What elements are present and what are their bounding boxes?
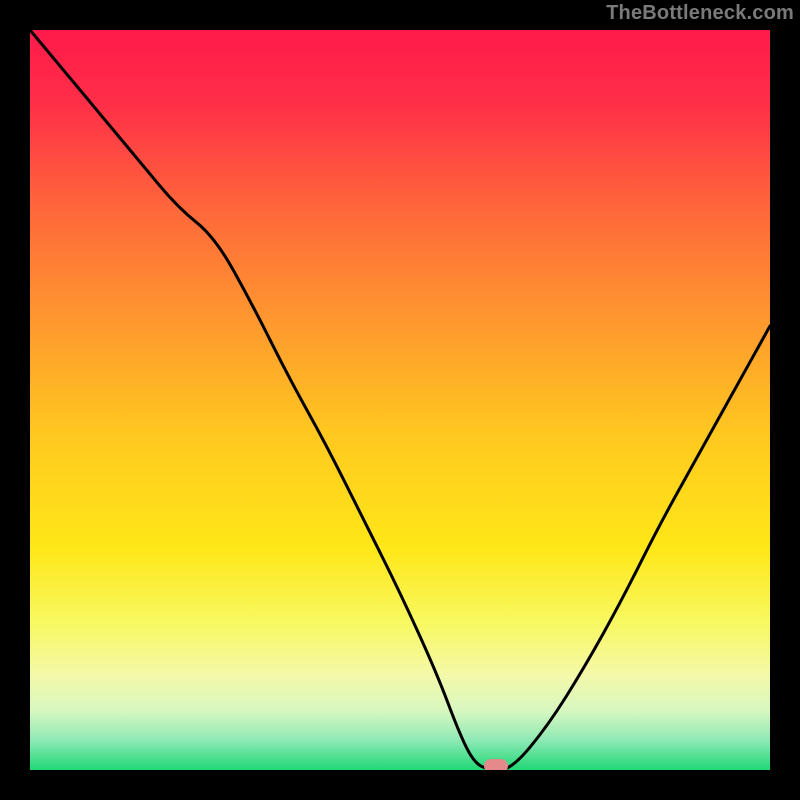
bottleneck-curve: [30, 30, 770, 770]
plot-area: [30, 30, 770, 770]
watermark-text: TheBottleneck.com: [606, 2, 794, 25]
optimum-marker: [484, 759, 508, 770]
chart-outer: TheBottleneck.com: [0, 0, 800, 800]
